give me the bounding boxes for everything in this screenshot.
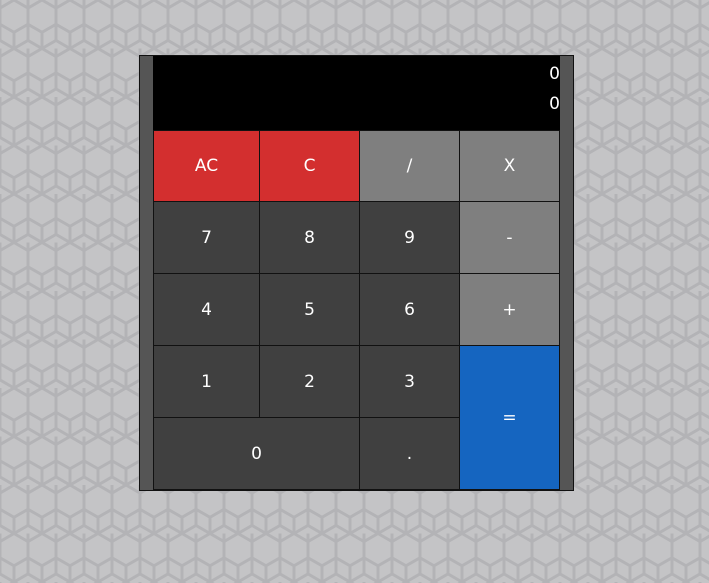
calculator: 0 0 AC C / X 7 8 9 - 4 5 6 + 1 2 3 = 0 . (139, 55, 574, 491)
display-current-value: 0 (549, 94, 560, 114)
clear-button[interactable]: C (259, 130, 360, 202)
digit-3-button[interactable]: 3 (359, 345, 460, 418)
digit-5-button[interactable]: 5 (259, 273, 360, 346)
add-button[interactable]: + (459, 273, 560, 346)
equals-button[interactable]: = (459, 345, 560, 490)
all-clear-button[interactable]: AC (153, 130, 260, 202)
digit-1-button[interactable]: 1 (153, 345, 260, 418)
digit-9-button[interactable]: 9 (359, 201, 460, 274)
keypad: AC C / X 7 8 9 - 4 5 6 + 1 2 3 = 0 . (153, 130, 560, 490)
multiply-button[interactable]: X (459, 130, 560, 202)
digit-4-button[interactable]: 4 (153, 273, 260, 346)
digit-6-button[interactable]: 6 (359, 273, 460, 346)
subtract-button[interactable]: - (459, 201, 560, 274)
digit-8-button[interactable]: 8 (259, 201, 360, 274)
digit-7-button[interactable]: 7 (153, 201, 260, 274)
display: 0 0 (153, 56, 560, 130)
digit-0-button[interactable]: 0 (153, 417, 360, 490)
divide-button[interactable]: / (359, 130, 460, 202)
decimal-point-button[interactable]: . (359, 417, 460, 490)
digit-2-button[interactable]: 2 (259, 345, 360, 418)
display-previous-value: 0 (549, 64, 560, 84)
